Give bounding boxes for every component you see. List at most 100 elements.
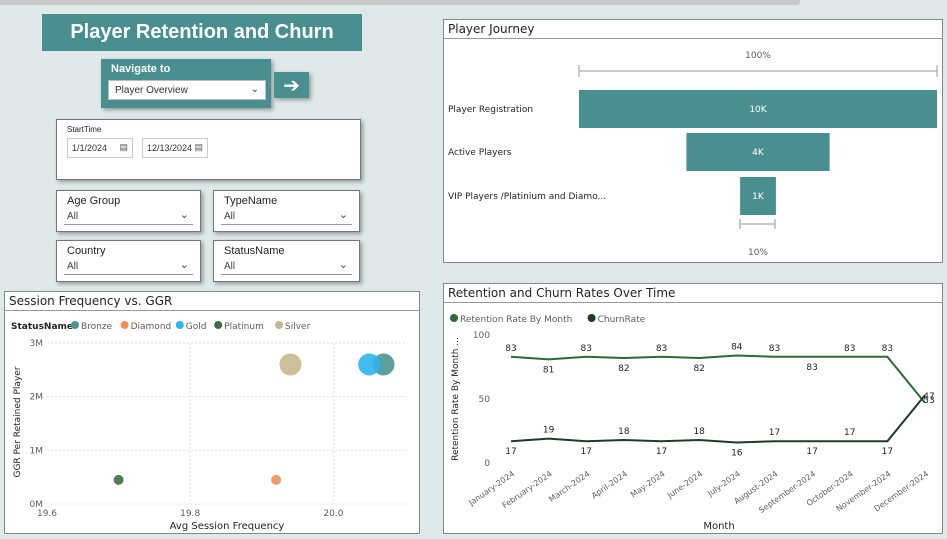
status-name-dropdown[interactable]: All ⌄ — [221, 257, 352, 275]
scatter-y-tick: 1M — [30, 446, 44, 456]
line-series[interactable] — [510, 354, 926, 404]
start-date-value: 1/1/2024 — [72, 143, 108, 153]
line-data-label: 17 — [505, 447, 516, 457]
session-ggr-panel: Session Frequency vs. GGR StatusName Bro… — [4, 291, 420, 534]
line-data-label: 16 — [731, 449, 743, 459]
scatter-y-tick: 2M — [30, 393, 44, 403]
scatter-chart: StatusName Bronze Diamond Gold Platinum Silv… — [11, 321, 405, 532]
line-data-label: 83 — [769, 344, 780, 354]
line-data-label: 83 — [882, 344, 893, 354]
country-value: All — [67, 261, 79, 272]
line-y-tick: 0 — [484, 459, 490, 469]
line-x-tick: April-2024 — [590, 469, 629, 500]
type-name-label: TypeName — [224, 195, 278, 207]
funnel-bar-label: 4K — [752, 148, 765, 158]
type-name-value: All — [224, 211, 236, 222]
start-time-slicer: StartTime 1/1/2024 ▤ 12/13/2024 ▤ — [56, 119, 361, 180]
navigate-panel: Navigate to Player Overview ⌄ — [101, 59, 271, 108]
chevron-down-icon: ⌄ — [179, 259, 189, 271]
funnel-category-label: Player Registration — [448, 105, 533, 115]
legend-label[interactable]: Silver — [285, 322, 311, 332]
chevron-down-icon: ⌄ — [338, 209, 348, 221]
scatter-point[interactable] — [358, 353, 381, 376]
navigate-go-button[interactable]: ➔ — [274, 72, 309, 98]
funnel-bar-label: 10K — [749, 105, 767, 115]
calendar-icon[interactable]: ▤ — [119, 142, 128, 153]
line-data-label: 82 — [693, 364, 704, 374]
legend-marker — [450, 314, 458, 322]
line-x-label: Month — [703, 521, 734, 532]
legend-label[interactable]: Platinum — [224, 322, 264, 332]
funnel-bar-label: 1K — [752, 192, 765, 202]
line-data-label: 18 — [618, 427, 630, 437]
player-journey-panel: Player Journey 100% 10% 10K Player Regist… — [443, 19, 943, 263]
age-group-value: All — [67, 211, 79, 222]
country-label: Country — [67, 245, 106, 257]
funnel-category-label: Active Players — [448, 148, 512, 158]
line-data-label: 82 — [618, 364, 629, 374]
navigate-label: Navigate to — [111, 63, 171, 75]
line-x-tick: July-2024 — [705, 469, 742, 498]
legend-marker — [214, 321, 223, 329]
start-date-input[interactable]: 1/1/2024 ▤ — [67, 138, 133, 158]
line-data-label: 83 — [505, 344, 516, 354]
start-time-label: StartTime — [67, 125, 102, 134]
country-dropdown[interactable]: All ⌄ — [64, 257, 193, 275]
line-data-label: 83 — [844, 344, 855, 354]
page-title: Player Retention and Churn — [42, 14, 362, 51]
line-x-tick: March-2024 — [547, 469, 591, 504]
line-data-label: 83 — [581, 344, 592, 354]
line-y-label: Retention Rate By Month ... — [451, 337, 461, 461]
scatter-point[interactable] — [113, 474, 124, 485]
legend-marker — [587, 314, 596, 322]
status-name-slicer: StatusName All ⌄ — [213, 240, 360, 282]
legend-marker — [275, 321, 283, 329]
line-data-label: 17 — [882, 447, 893, 457]
country-slicer: Country All ⌄ — [56, 240, 201, 282]
line-x-tick: June-2024 — [665, 469, 704, 500]
scatter-y-label: GGR Per Retained Player — [13, 366, 23, 477]
legend-label[interactable]: Diamond — [131, 322, 172, 332]
scatter-point[interactable] — [279, 353, 302, 376]
scatter-x-tick: 19.8 — [180, 509, 200, 519]
legend-marker — [120, 321, 129, 329]
legend-marker — [71, 321, 79, 329]
status-name-value: All — [224, 261, 236, 272]
line-data-label: 83 — [806, 363, 817, 373]
type-name-dropdown[interactable]: All ⌄ — [221, 207, 352, 225]
line-data-label: 84 — [731, 342, 743, 352]
end-date-value: 12/13/2024 — [147, 143, 193, 153]
funnel-top-pct: 100% — [745, 51, 771, 61]
age-group-label: Age Group — [67, 195, 121, 207]
line-x-tick: May-2024 — [629, 469, 667, 499]
chevron-down-icon: ⌄ — [250, 84, 259, 95]
funnel-category-label: VIP Players /Platinium and Diamo... — [448, 192, 606, 202]
top-scrollbar[interactable] — [0, 0, 800, 5]
scatter-legend-title: StatusName — [11, 322, 73, 332]
line-data-label: 19 — [543, 426, 555, 436]
navigate-dropdown[interactable]: Player Overview ⌄ — [108, 80, 266, 100]
retention-churn-panel: Retention and Churn Rates Over Time Rete… — [443, 283, 943, 534]
legend-label[interactable]: ChurnRate — [598, 315, 646, 325]
chevron-down-icon: ⌄ — [179, 209, 189, 221]
line-y-tick: 100 — [473, 331, 490, 341]
scatter-point[interactable] — [271, 474, 282, 485]
legend-marker — [175, 321, 184, 329]
scatter-x-tick: 20.0 — [323, 509, 343, 519]
end-date-input[interactable]: 12/13/2024 ▤ — [142, 138, 208, 158]
age-group-dropdown[interactable]: All ⌄ — [64, 207, 193, 225]
line-y-tick: 50 — [479, 395, 491, 405]
line-data-label: 17 — [844, 428, 855, 438]
funnel-bottom-pct: 10% — [748, 248, 768, 258]
age-group-slicer: Age Group All ⌄ — [56, 190, 201, 232]
status-name-label: StatusName — [224, 245, 285, 257]
scatter-x-tick: 19.6 — [37, 509, 57, 519]
legend-label[interactable]: Gold — [186, 322, 207, 332]
navigate-selected: Player Overview — [115, 85, 188, 96]
legend-label[interactable]: Retention Rate By Month — [460, 315, 572, 325]
scatter-x-label: Avg Session Frequency — [170, 521, 285, 532]
line-data-label: 81 — [543, 365, 554, 375]
calendar-icon[interactable]: ▤ — [194, 142, 203, 153]
legend-label[interactable]: Bronze — [81, 322, 113, 332]
line-series[interactable] — [510, 394, 926, 444]
